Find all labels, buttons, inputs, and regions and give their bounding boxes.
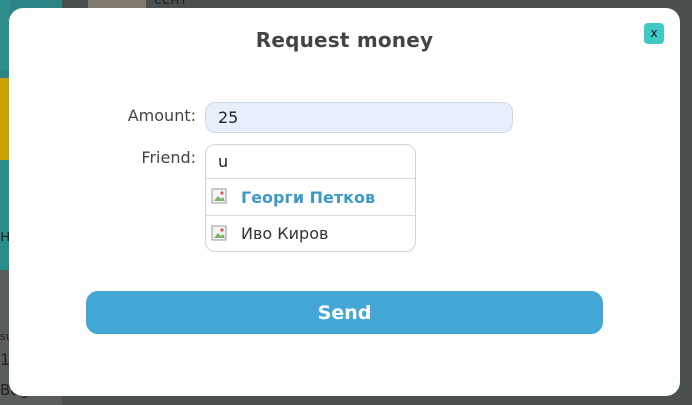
amount-label: Amount: [127, 106, 196, 125]
amount-input[interactable] [205, 102, 513, 133]
request-money-modal: Request money x Amount: Friend: Георги П… [9, 8, 680, 396]
friend-suggestion-item[interactable]: Иво Киров [206, 215, 415, 251]
friend-suggestion-item[interactable]: Георги Петков [206, 179, 415, 215]
friend-autocomplete: Георги Петков Иво Киров [205, 144, 416, 252]
send-button[interactable]: Send [86, 291, 603, 334]
broken-image-icon [211, 188, 231, 206]
broken-image-icon [211, 225, 231, 243]
friend-label: Friend: [141, 148, 196, 167]
friend-input[interactable] [206, 145, 415, 179]
friend-suggestion-name: Георги Петков [241, 187, 376, 207]
background-text: сент [154, 0, 188, 8]
background-avatar [88, 0, 146, 8]
modal-title: Request money [255, 28, 434, 52]
close-button[interactable]: x [644, 23, 664, 44]
friend-suggestion-name: Иво Киров [241, 224, 329, 243]
